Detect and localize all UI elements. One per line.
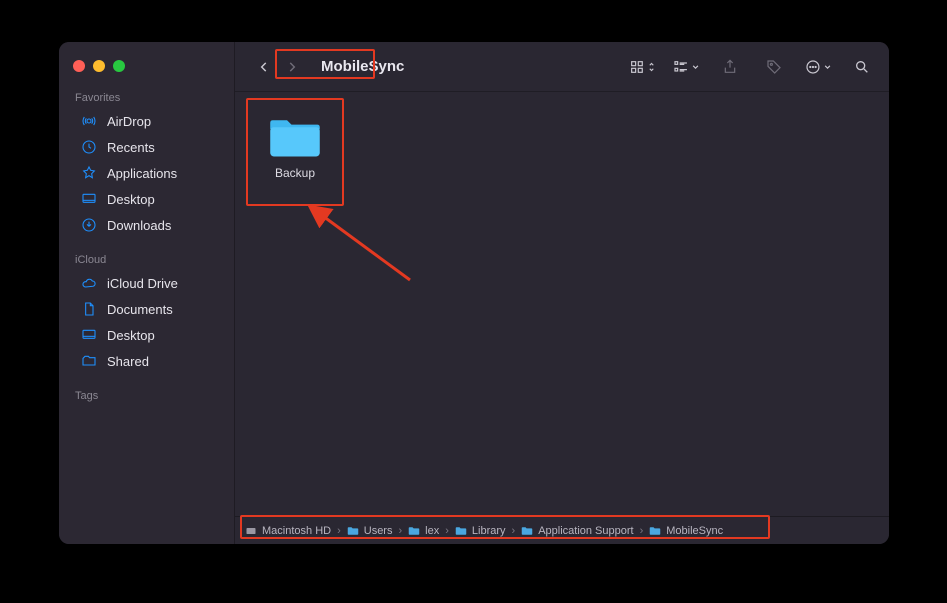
chevron-right-icon: › xyxy=(638,525,646,537)
folder-icon xyxy=(455,525,467,537)
crumb-label: Macintosh HD xyxy=(262,525,331,537)
disk-icon xyxy=(245,525,257,537)
sidebar-item-applications[interactable]: Applications xyxy=(65,160,228,186)
chevron-right-icon: › xyxy=(396,525,404,537)
sidebar-item-shared[interactable]: Shared xyxy=(65,348,228,374)
sidebar-item-downloads[interactable]: Downloads xyxy=(65,212,228,238)
sidebar-item-label: Recents xyxy=(107,140,155,155)
sidebar-item-label: Desktop xyxy=(107,328,155,343)
crumb-label: lex xyxy=(425,525,439,537)
finder-window: Favorites AirDrop Recents Applications D… xyxy=(59,42,889,544)
sidebar-item-desktop[interactable]: Desktop xyxy=(65,186,228,212)
path-crumb[interactable]: Users xyxy=(347,525,393,537)
crumb-label: Users xyxy=(364,525,393,537)
applications-icon xyxy=(81,165,97,181)
chevron-right-icon: › xyxy=(335,525,343,537)
crumb-label: MobileSync xyxy=(666,525,723,537)
main-pane: MobileSync Backup xyxy=(235,42,889,544)
chevron-right-icon: › xyxy=(443,525,451,537)
folder-icon xyxy=(347,525,359,537)
back-button[interactable] xyxy=(251,54,277,80)
sidebar-item-label: AirDrop xyxy=(107,114,151,129)
folder-icon xyxy=(266,114,324,160)
sidebar-item-label: Documents xyxy=(107,302,173,317)
window-title: MobileSync xyxy=(315,56,410,77)
sidebar-item-label: Applications xyxy=(107,166,177,181)
shared-folder-icon xyxy=(81,353,97,369)
desktop-icon xyxy=(81,327,97,343)
path-crumb-current[interactable]: MobileSync xyxy=(649,525,723,537)
folder-label: Backup xyxy=(275,166,315,180)
sidebar-section-label: Favorites xyxy=(59,86,234,108)
content-area[interactable]: Backup xyxy=(235,92,889,516)
downloads-icon xyxy=(81,217,97,233)
document-icon xyxy=(81,301,97,317)
view-mode-button[interactable] xyxy=(629,54,655,80)
sidebar-section-label: Tags xyxy=(59,384,234,406)
sidebar-item-recents[interactable]: Recents xyxy=(65,134,228,160)
sidebar: Favorites AirDrop Recents Applications D… xyxy=(59,42,235,544)
sidebar-item-label: Shared xyxy=(107,354,149,369)
sidebar-item-icloud-drive[interactable]: iCloud Drive xyxy=(65,270,228,296)
sidebar-item-label: Downloads xyxy=(107,218,171,233)
folder-icon xyxy=(649,525,661,537)
tags-button[interactable] xyxy=(761,54,787,80)
path-crumb-root[interactable]: Macintosh HD xyxy=(245,525,331,537)
path-bar: Macintosh HD › Users › lex › Library › xyxy=(235,516,889,544)
folder-icon xyxy=(408,525,420,537)
chevron-right-icon: › xyxy=(510,525,518,537)
folder-item-backup[interactable]: Backup xyxy=(255,108,335,186)
share-button[interactable] xyxy=(717,54,743,80)
toolbar: MobileSync xyxy=(235,42,889,92)
airdrop-icon xyxy=(81,113,97,129)
zoom-window-button[interactable] xyxy=(113,60,125,72)
cloud-icon xyxy=(81,275,97,291)
search-button[interactable] xyxy=(849,54,875,80)
close-window-button[interactable] xyxy=(73,60,85,72)
crumb-label: Application Support xyxy=(538,525,633,537)
crumb-label: Library xyxy=(472,525,506,537)
action-menu-button[interactable] xyxy=(805,54,831,80)
path-crumb[interactable]: Application Support xyxy=(521,525,633,537)
forward-button[interactable] xyxy=(279,54,305,80)
sidebar-item-label: iCloud Drive xyxy=(107,276,178,291)
clock-icon xyxy=(81,139,97,155)
desktop-icon xyxy=(81,191,97,207)
sidebar-item-icloud-desktop[interactable]: Desktop xyxy=(65,322,228,348)
sidebar-section-label: iCloud xyxy=(59,248,234,270)
sidebar-item-airdrop[interactable]: AirDrop xyxy=(65,108,228,134)
sidebar-item-label: Desktop xyxy=(107,192,155,207)
minimize-window-button[interactable] xyxy=(93,60,105,72)
path-crumb[interactable]: lex xyxy=(408,525,439,537)
group-button[interactable] xyxy=(673,54,699,80)
folder-icon xyxy=(521,525,533,537)
sidebar-item-documents[interactable]: Documents xyxy=(65,296,228,322)
path-crumb[interactable]: Library xyxy=(455,525,506,537)
window-controls xyxy=(59,52,234,86)
